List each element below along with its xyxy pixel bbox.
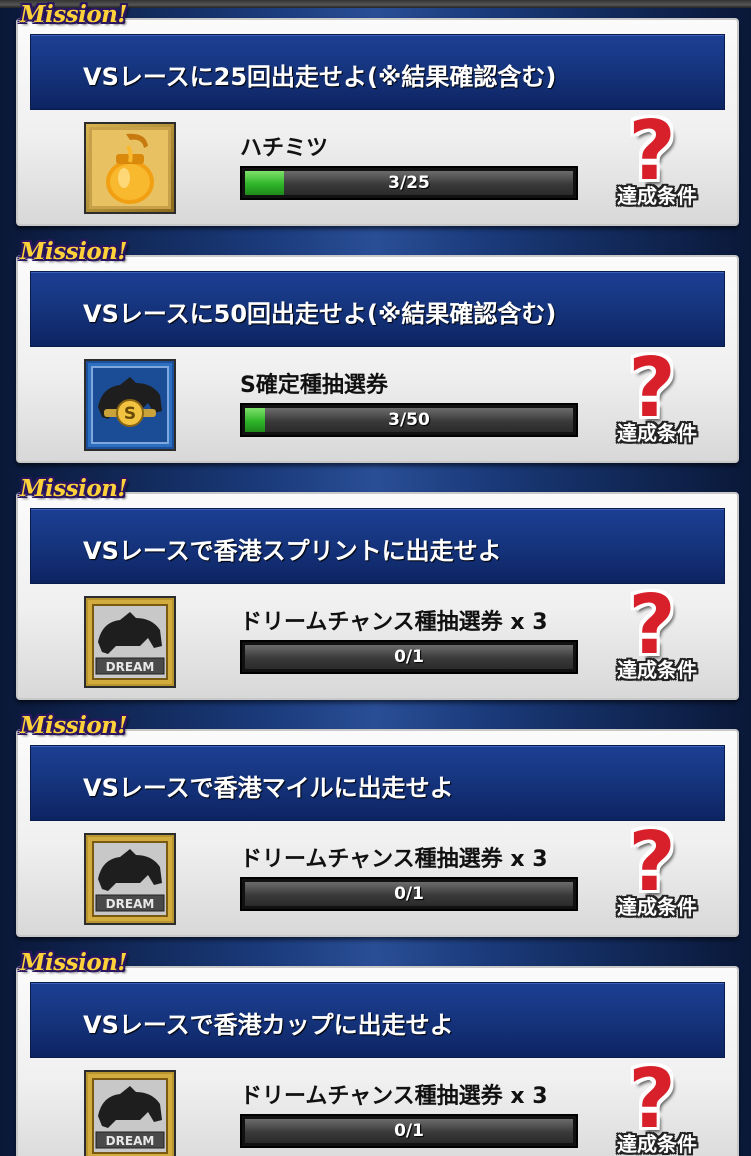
achievement-conditions-button[interactable]: ? 達成条件 <box>604 815 714 929</box>
progress-bar: 0/1 <box>240 1114 578 1148</box>
conditions-label: 達成条件 <box>617 895 697 919</box>
progress-bar: 3/25 <box>240 166 578 200</box>
reward-name: S確定種抽選券 <box>240 373 388 398</box>
mission-card: Mission! VSレースに50回出走せよ(※結果確認含む) S S確定種抽選… <box>16 238 739 463</box>
achievement-conditions-button[interactable]: ? 達成条件 <box>604 341 714 455</box>
mission-title-bar: VSレースで香港カップに出走せよ <box>30 982 725 1058</box>
progress-text: 0/1 <box>394 884 424 904</box>
progress-track: 0/1 <box>245 882 573 906</box>
progress-bar: 0/1 <box>240 640 578 674</box>
mission-title: VSレースで香港スプリントに出走せよ <box>83 537 502 565</box>
progress-bar: 0/1 <box>240 877 578 911</box>
mission-tag: Mission! <box>20 238 128 265</box>
conditions-label: 達成条件 <box>617 658 697 682</box>
mission-tag: Mission! <box>20 712 128 739</box>
conditions-label: 達成条件 <box>617 421 697 445</box>
achievement-conditions-button[interactable]: ? 達成条件 <box>604 104 714 218</box>
progress-track: 0/1 <box>245 645 573 669</box>
mission-title-bar: VSレースに50回出走せよ(※結果確認含む) <box>30 271 725 347</box>
reward-name: ハチミツ <box>240 136 329 161</box>
mission-tag: Mission! <box>20 475 128 502</box>
honey-jar-icon <box>84 122 176 214</box>
mission-list-screen: Mission! VSレースに25回出走せよ(※結果確認含む) ハチミツ 3/2… <box>0 0 751 1156</box>
reward-name: ドリームチャンス種抽選券 x 3 <box>240 847 548 872</box>
progress-track: 3/50 <box>245 408 573 432</box>
s-ticket-icon: S <box>84 359 176 451</box>
progress-track: 0/1 <box>245 1119 573 1143</box>
mission-title-bar: VSレースで香港スプリントに出走せよ <box>30 508 725 584</box>
progress-bar: 3/50 <box>240 403 578 437</box>
achievement-conditions-button[interactable]: ? 達成条件 <box>604 1052 714 1156</box>
progress-text: 0/1 <box>394 647 424 667</box>
mission-card: Mission! VSレースに25回出走せよ(※結果確認含む) ハチミツ 3/2… <box>16 1 739 226</box>
dream-ticket-icon: DREAM <box>84 596 176 688</box>
mission-card: Mission! VSレースで香港マイルに出走せよ DREAM ドリームチャンス… <box>16 712 739 937</box>
conditions-label: 達成条件 <box>617 1132 697 1156</box>
mission-title: VSレースに50回出走せよ(※結果確認含む) <box>83 300 557 328</box>
dream-badge-text: DREAM <box>106 1134 155 1148</box>
mission-card: Mission! VSレースで香港カップに出走せよ DREAM ドリームチャンス… <box>16 949 739 1156</box>
mission-title: VSレースで香港マイルに出走せよ <box>83 774 454 802</box>
mission-title: VSレースで香港カップに出走せよ <box>83 1011 454 1039</box>
dream-badge-text: DREAM <box>106 897 155 911</box>
dream-ticket-icon: DREAM <box>84 1070 176 1156</box>
mission-title: VSレースに25回出走せよ(※結果確認含む) <box>83 63 557 91</box>
progress-text: 0/1 <box>394 1121 424 1141</box>
reward-name: ドリームチャンス種抽選券 x 3 <box>240 610 548 635</box>
progress-track: 3/25 <box>245 171 573 195</box>
reward-name: ドリームチャンス種抽選券 x 3 <box>240 1084 548 1109</box>
achievement-conditions-button[interactable]: ? 達成条件 <box>604 578 714 692</box>
mission-tag: Mission! <box>20 949 128 976</box>
mission-tag: Mission! <box>20 1 128 28</box>
mission-title-bar: VSレースで香港マイルに出走せよ <box>30 745 725 821</box>
dream-ticket-icon: DREAM <box>84 833 176 925</box>
conditions-label: 達成条件 <box>617 184 697 208</box>
mission-title-bar: VSレースに25回出走せよ(※結果確認含む) <box>30 34 725 110</box>
mission-card: Mission! VSレースで香港スプリントに出走せよ DREAM ドリームチャ… <box>16 475 739 700</box>
progress-text: 3/50 <box>388 410 430 430</box>
progress-text: 3/25 <box>388 173 430 193</box>
dream-badge-text: DREAM <box>106 660 155 674</box>
svg-text:S: S <box>124 404 136 424</box>
